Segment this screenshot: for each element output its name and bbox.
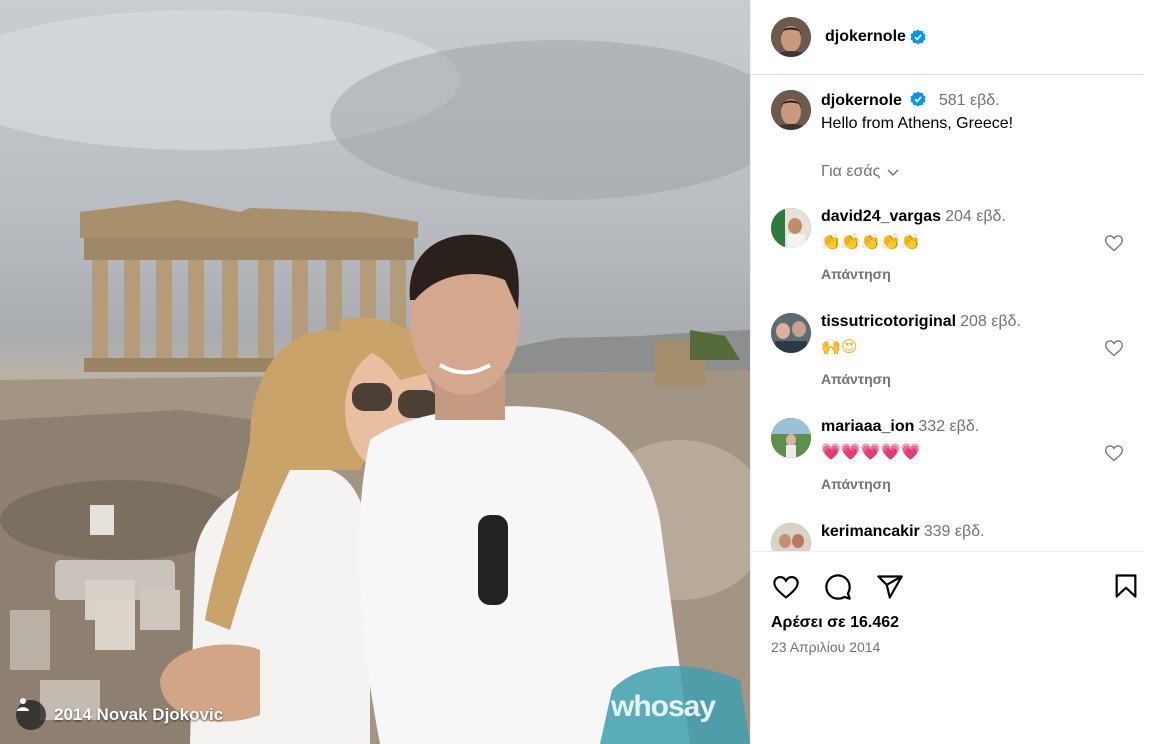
comment-item: mariaaa_ion 332 εβδ. 💗💗💗💗💗 Απάντηση: [771, 418, 979, 492]
comments-list[interactable]: djokernole 581 εβδ. Hello from Athens, G…: [751, 75, 1144, 551]
post-date[interactable]: 23 Απριλίου 2014: [771, 639, 880, 655]
bookmark-icon: [1115, 574, 1137, 598]
reply-button[interactable]: Απάντηση: [821, 371, 1021, 387]
comment-item: kerimancakir 339 εβδ.: [771, 523, 985, 551]
comment-like-heart-icon[interactable]: [1104, 338, 1124, 358]
comment-age[interactable]: 208 εβδ.: [960, 313, 1021, 330]
translate-toggle[interactable]: Για εσάς: [821, 163, 900, 181]
comment-text: 👏👏👏👏👏: [821, 232, 921, 251]
comment-icon: [825, 574, 851, 600]
credit-text: 2014 Novak Djokovic: [54, 705, 224, 724]
caption-text: Hello from Athens, Greece!: [821, 115, 1014, 132]
comment-item: tissutricotoriginal 208 εβδ. 🙌😍 Απάντηση: [771, 313, 1021, 387]
comment-like-heart-icon[interactable]: [1104, 233, 1124, 253]
chevron-down-icon: [887, 169, 899, 177]
comment-username[interactable]: david24_vargas: [821, 208, 941, 225]
avatar[interactable]: [771, 208, 811, 248]
post-side-panel: djokernole djokernole 581 εβδ. Hello fro…: [750, 0, 1144, 744]
comment-age[interactable]: 204 εβδ.: [945, 208, 1006, 225]
share-icon: [877, 575, 903, 599]
verified-badge-icon: [910, 29, 926, 45]
caption-row: djokernole 581 εβδ. Hello from Athens, G…: [771, 90, 1013, 134]
caption-username[interactable]: djokernole: [821, 92, 902, 109]
comment-username[interactable]: mariaaa_ion: [821, 418, 914, 435]
translate-label: Για εσάς: [821, 163, 881, 180]
user-icon: [16, 698, 46, 730]
post-header: djokernole: [751, 0, 1143, 75]
caption-age[interactable]: 581 εβδ.: [939, 92, 1000, 109]
comment-age[interactable]: 332 εβδ.: [918, 418, 979, 435]
post-photo[interactable]: 2014 Novak Djokovic whosay: [0, 0, 750, 744]
avatar[interactable]: [771, 313, 811, 353]
avatar[interactable]: [771, 418, 811, 458]
comment-button[interactable]: [823, 572, 853, 602]
reply-button[interactable]: Απάντηση: [821, 266, 1006, 282]
like-count[interactable]: Αρέσει σε 16.462: [771, 614, 899, 632]
watermark: whosay: [611, 690, 716, 723]
avatar[interactable]: [771, 523, 811, 551]
verified-badge-icon: [910, 91, 926, 107]
like-button[interactable]: [771, 572, 801, 602]
comment-age[interactable]: 339 εβδ.: [924, 523, 985, 540]
share-button[interactable]: [875, 572, 905, 602]
comment-item: david24_vargas 204 εβδ. 👏👏👏👏👏 Απάντηση: [771, 208, 1006, 282]
reply-button[interactable]: Απάντηση: [821, 476, 979, 492]
photo-scene: [0, 10, 750, 744]
comment-text: 💗💗💗💗💗: [821, 442, 921, 461]
avatar[interactable]: [771, 17, 811, 57]
avatar[interactable]: [771, 90, 811, 130]
photo-credit[interactable]: 2014 Novak Djokovic: [16, 697, 223, 733]
save-button[interactable]: [1112, 572, 1142, 602]
heart-icon: [773, 576, 799, 599]
header-username[interactable]: djokernole: [825, 28, 906, 46]
comment-like-heart-icon[interactable]: [1104, 443, 1124, 463]
comment-username[interactable]: tissutricotoriginal: [821, 313, 956, 330]
post-actions: Αρέσει σε 16.462 23 Απριλίου 2014: [751, 551, 1144, 655]
comment-text: 🙌😍: [821, 337, 858, 356]
comment-username[interactable]: kerimancakir: [821, 523, 920, 540]
